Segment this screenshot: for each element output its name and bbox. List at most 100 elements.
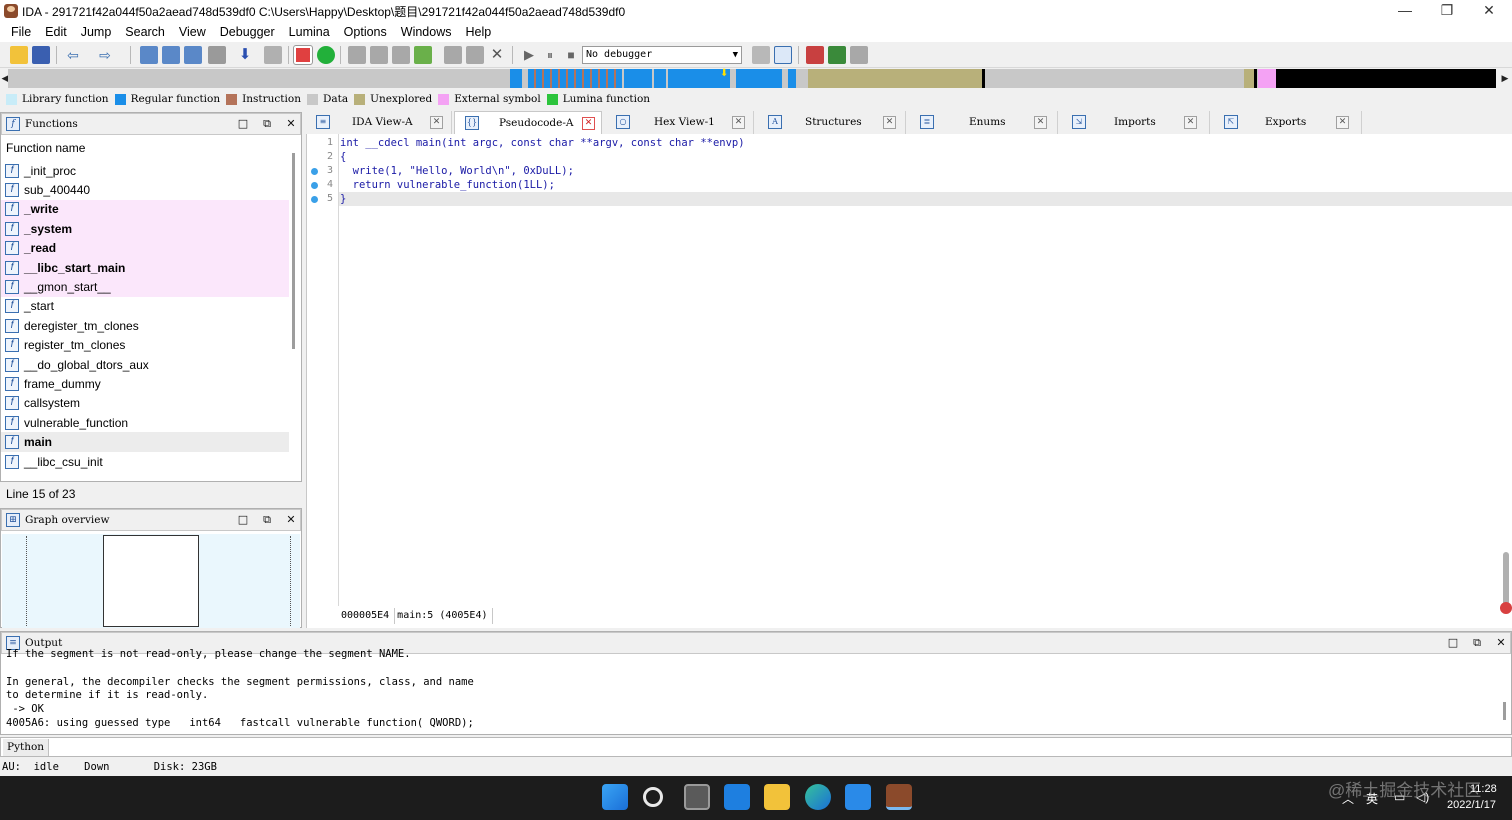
minimize-button[interactable]: —: [1384, 0, 1426, 22]
code-line[interactable]: return vulnerable_function(1LL);: [339, 178, 1512, 192]
close-tab-icon[interactable]: ✕: [883, 116, 896, 129]
function-list-item[interactable]: f _init_proc: [1, 161, 289, 180]
menu-options[interactable]: Options: [337, 22, 394, 42]
start-windows-icon[interactable]: [602, 784, 628, 810]
ida-taskbar-icon[interactable]: [886, 784, 912, 810]
widgets-icon[interactable]: [724, 784, 750, 810]
edge-browser-icon[interactable]: [805, 784, 831, 810]
pseudocode-editor[interactable]: int __cdecl main(int argc, const char **…: [338, 134, 1512, 606]
menu-windows[interactable]: Windows: [394, 22, 459, 42]
nav-right-arrow-icon[interactable]: ▶: [1500, 69, 1510, 88]
open-folder-icon[interactable]: [10, 46, 28, 64]
line-marker-dot[interactable]: [311, 196, 318, 203]
code-line[interactable]: write(1, "Hello, World\n", 0xDuLL);: [339, 164, 1512, 178]
file-explorer-icon[interactable]: [764, 784, 790, 810]
function-list-item[interactable]: f main: [1, 432, 289, 452]
tab-enums[interactable]: ≣ Enums ✕: [910, 111, 1058, 134]
add-icon[interactable]: [414, 46, 432, 64]
column-header-function-name[interactable]: Function name: [1, 137, 301, 158]
function-list-item[interactable]: f __gmon_start__: [1, 277, 289, 297]
debugger-select[interactable]: No debugger ▼: [582, 46, 742, 64]
command-line-bar[interactable]: Python: [0, 737, 1512, 757]
save-icon[interactable]: [32, 46, 50, 64]
breakpoint-list-icon[interactable]: [806, 46, 824, 64]
stop-icon[interactable]: ■: [562, 46, 580, 64]
tools-icon[interactable]: [850, 46, 868, 64]
close-tab-icon[interactable]: ✕: [1034, 116, 1047, 129]
float-panel-icon[interactable]: ⧉: [260, 117, 274, 131]
python-language-button[interactable]: Python: [3, 739, 50, 756]
tab-pseudocode-a[interactable]: {} Pseudocode-A ✕: [454, 111, 602, 134]
function-list-item[interactable]: f _system: [1, 219, 289, 239]
undefine-x-icon[interactable]: ✕: [488, 46, 506, 64]
tab-hex-view-1[interactable]: ○ Hex View-1 ✕: [606, 111, 754, 134]
line-marker-dot[interactable]: [311, 182, 318, 189]
code-line[interactable]: int __cdecl main(int argc, const char **…: [339, 136, 1512, 150]
restore-button[interactable]: ❐: [1426, 0, 1468, 22]
navigation-band[interactable]: ⬇: [8, 69, 1496, 88]
maximize-panel-icon[interactable]: □: [236, 117, 250, 131]
menu-lumina[interactable]: Lumina: [282, 22, 337, 42]
function-list-item[interactable]: f __do_global_dtors_aux: [1, 355, 289, 374]
pause-icon[interactable]: ⏸: [541, 46, 559, 64]
close-tab-icon[interactable]: ✕: [732, 116, 745, 129]
store-icon[interactable]: [845, 784, 871, 810]
task-view-icon[interactable]: [684, 784, 710, 810]
sync-icon[interactable]: [774, 46, 792, 64]
text-search-icon[interactable]: [162, 46, 180, 64]
code-line[interactable]: {: [339, 150, 1512, 164]
menu-search[interactable]: Search: [118, 22, 172, 42]
binary-search-icon[interactable]: [140, 46, 158, 64]
maximize-panel-icon[interactable]: □: [236, 513, 250, 527]
close-panel-icon[interactable]: ✕: [284, 513, 298, 527]
start-debug-play-icon[interactable]: ▶: [520, 46, 538, 64]
jump-list-icon[interactable]: [264, 46, 282, 64]
tab-exports[interactable]: ⇱ Exports ✕: [1214, 111, 1362, 134]
data-icon[interactable]: [370, 46, 388, 64]
function-list-item[interactable]: f __libc_start_main: [1, 257, 289, 278]
tab-ida-view-a[interactable]: ≡ IDA View-A ✕: [306, 111, 452, 134]
function-list-item[interactable]: f __libc_csu_init: [1, 452, 289, 471]
close-tab-icon[interactable]: ✕: [1336, 116, 1349, 129]
close-panel-icon[interactable]: ✕: [284, 117, 298, 131]
menu-view[interactable]: View: [172, 22, 213, 42]
close-tab-icon[interactable]: ✕: [430, 116, 443, 129]
function-list-item[interactable]: f sub_400440: [1, 180, 289, 199]
close-tab-icon[interactable]: ✕: [582, 117, 595, 130]
menu-debugger[interactable]: Debugger: [213, 22, 282, 42]
menu-help[interactable]: Help: [458, 22, 498, 42]
function-list-item[interactable]: f _write: [1, 199, 289, 220]
patch-icon[interactable]: [444, 46, 462, 64]
function-list-item[interactable]: f _start: [1, 297, 289, 316]
code-line[interactable]: }: [339, 192, 1512, 206]
tab-structures[interactable]: A Structures ✕: [758, 111, 906, 134]
function-list-item[interactable]: f deregister_tm_clones: [1, 316, 289, 335]
step-into-icon[interactable]: [752, 46, 770, 64]
search-icon[interactable]: [643, 787, 663, 807]
function-list-item[interactable]: f callsystem: [1, 394, 289, 413]
search-next-icon[interactable]: [208, 46, 226, 64]
pseudocode-view[interactable]: 1 2 3 4 5 int __cdecl main(int argc, const c…: [306, 134, 1512, 628]
function-list-item[interactable]: f vulnerable_function: [1, 413, 289, 432]
output-scrollbar[interactable]: [1503, 702, 1506, 720]
menu-edit[interactable]: Edit: [38, 22, 74, 42]
graph-viewport-box[interactable]: [103, 535, 199, 627]
output-log[interactable]: If the segment is not read-only, please …: [6, 648, 1496, 728]
struct-icon[interactable]: [392, 46, 410, 64]
float-panel-icon[interactable]: ⧉: [260, 513, 274, 527]
forward-arrow-icon[interactable]: ⇨: [96, 46, 114, 64]
function-list-scrollbar[interactable]: [292, 153, 295, 349]
jump-down-icon[interactable]: ⬇: [236, 46, 254, 64]
plugin-icon[interactable]: [828, 46, 846, 64]
line-marker-dot[interactable]: [311, 168, 318, 175]
close-panel-icon[interactable]: ✕: [1494, 636, 1508, 650]
function-list-item[interactable]: f frame_dummy: [1, 374, 289, 393]
rename-icon[interactable]: [466, 46, 484, 64]
menu-file[interactable]: File: [4, 22, 38, 42]
function-list-item[interactable]: f _read: [1, 238, 289, 258]
function-list-item[interactable]: f register_tm_clones: [1, 336, 289, 355]
close-tab-icon[interactable]: ✕: [1184, 116, 1197, 129]
close-window-button[interactable]: ✕: [1468, 0, 1510, 22]
menu-jump[interactable]: Jump: [74, 22, 119, 42]
tab-imports[interactable]: ⇲ Imports ✕: [1062, 111, 1210, 134]
